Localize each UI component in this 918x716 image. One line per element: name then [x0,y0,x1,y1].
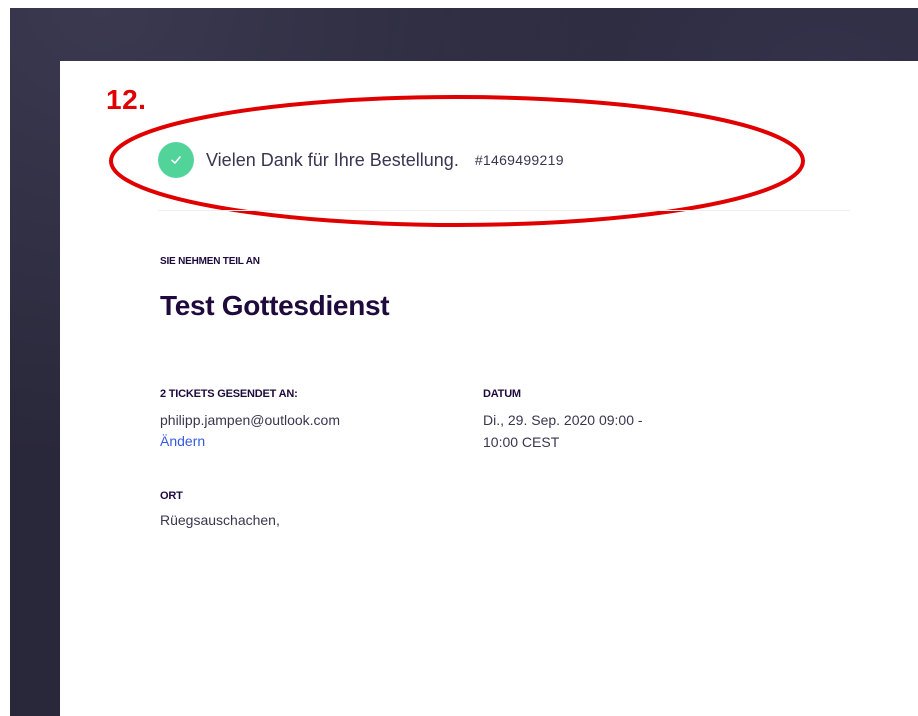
checkmark-icon [158,142,194,178]
tickets-sent-label: 2 TICKETS GESENDET AN: [160,388,298,400]
divider [158,210,850,211]
order-number: #1469499219 [474,152,564,168]
confirmation-row: Vielen Dank für Ihre Bestellung. #146949… [158,142,564,178]
change-email-link[interactable]: Ändern [160,433,205,449]
date-line-1: Di., 29. Sep. 2020 09:00 - [483,412,643,428]
event-title: Test Gottesdienst [160,290,390,321]
date-line-2: 10:00 CEST [483,434,560,450]
attending-eyebrow: SIE NEHMEN TEIL AN [160,256,260,267]
location-value: Rüegsauschachen, [160,512,280,528]
confirmation-message: Vielen Dank für Ihre Bestellung. [206,149,459,170]
location-label: ORT [160,490,183,502]
ticket-email: philipp.jampen@outlook.com [160,412,340,428]
date-label: DATUM [483,388,521,400]
